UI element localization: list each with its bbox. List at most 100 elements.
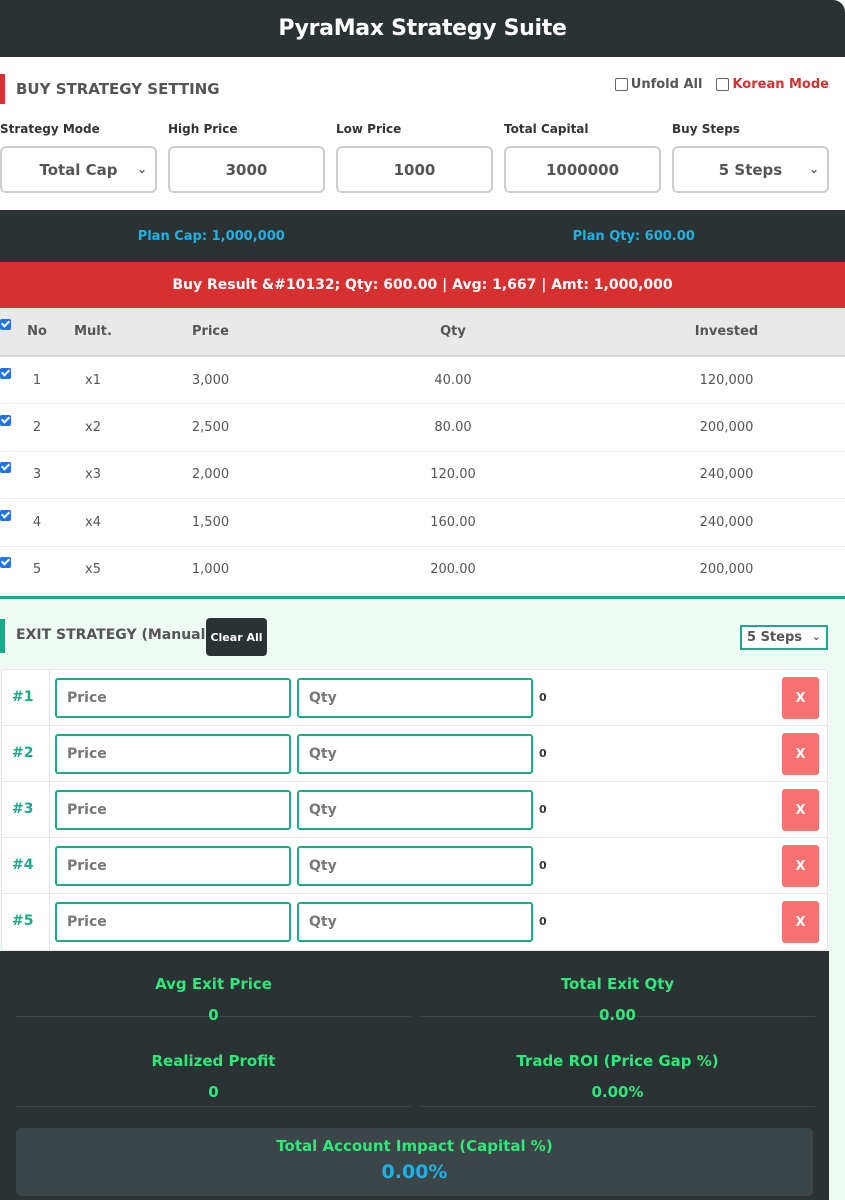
remove-row-button[interactable]: X	[782, 733, 819, 775]
plan-cap: Plan Cap: 1,000,000	[0, 229, 423, 244]
exit-qty-input[interactable]: Qty	[297, 734, 533, 774]
col-no: No	[11, 308, 63, 357]
total-capital-input[interactable]: 1000000	[504, 146, 661, 193]
row-mult: x4	[63, 498, 123, 547]
total-exit-qty-value: 0.00	[598, 1006, 636, 1024]
plan-qty: Plan Qty: 600.00	[423, 229, 845, 244]
row-checkbox[interactable]	[0, 414, 11, 426]
korean-mode-checkbox[interactable]	[716, 78, 730, 91]
col-price: Price	[123, 308, 298, 357]
unfold-all-checkbox[interactable]	[614, 78, 628, 91]
plan-qty-label: Plan Qty:	[572, 228, 641, 244]
buy-steps-value: 5 Steps	[718, 160, 783, 179]
select-all-checkbox[interactable]	[0, 319, 11, 330]
exit-row-value: 0	[539, 915, 547, 928]
exit-row: #3 Price Qty 0 X	[2, 782, 827, 838]
header-options: Unfold All Korean Mode	[614, 77, 829, 92]
unfold-all-label: Unfold All	[630, 77, 703, 92]
row-qty: 120.00	[298, 451, 608, 499]
row-select-cell	[0, 546, 11, 594]
table-row: 1 x1 3,000 40.00 120,000	[0, 356, 845, 404]
strategy-mode-select[interactable]: Total Cap ⌄	[0, 146, 157, 193]
exit-row-number: #5	[12, 913, 34, 929]
app-root: PyraMax Strategy Suite BUY STRATEGY SETT…	[0, 0, 845, 1200]
buy-steps-select[interactable]: 5 Steps ⌄	[672, 146, 829, 193]
row-checkbox[interactable]	[0, 367, 11, 379]
divider	[49, 894, 50, 950]
row-qty: 160.00	[298, 498, 608, 547]
unfold-all-toggle[interactable]: Unfold All	[614, 77, 703, 92]
col-mult: Mult.	[63, 308, 123, 357]
row-checkbox[interactable]	[0, 509, 11, 521]
exit-qty-input[interactable]: Qty	[297, 846, 533, 886]
section-accent-bar	[0, 74, 5, 104]
row-price: 3,000	[123, 356, 298, 404]
low-price-input[interactable]: 1000	[336, 146, 493, 193]
korean-mode-label: Korean Mode	[732, 77, 829, 92]
remove-row-button[interactable]: X	[782, 845, 819, 887]
exit-price-input[interactable]: Price	[55, 678, 291, 718]
table-row: 2 x2 2,500 80.00 200,000	[0, 403, 845, 452]
exit-qty-input[interactable]: Qty	[297, 790, 533, 830]
plan-summary-bar: Plan Cap: 1,000,000 Plan Qty: 600.00	[0, 210, 845, 262]
chevron-down-icon: ⌄	[136, 162, 147, 176]
exit-price-input[interactable]: Price	[55, 790, 291, 830]
row-select-cell	[0, 451, 11, 499]
exit-price-input[interactable]: Price	[55, 902, 291, 942]
row-qty: 80.00	[298, 403, 608, 452]
plan-cap-label: Plan Cap:	[137, 228, 208, 244]
row-price: 1,000	[123, 546, 298, 594]
row-mult: x3	[63, 451, 123, 499]
divider	[49, 726, 50, 782]
row-checkbox[interactable]	[0, 557, 11, 569]
exit-strategy-title: EXIT STRATEGY (Manual)	[16, 627, 212, 643]
trade-roi-stat: Trade ROI (Price Gap %) 0.00%	[420, 1041, 815, 1107]
total-exit-qty-stat: Total Exit Qty 0.00	[420, 951, 815, 1024]
exit-row-number: #2	[12, 745, 34, 761]
row-no: 5	[11, 546, 63, 594]
exit-steps-value: 5 Steps	[747, 630, 803, 645]
trade-roi-label: Trade ROI (Price Gap %)	[516, 1052, 719, 1070]
remove-row-button[interactable]: X	[782, 677, 819, 719]
exit-qty-input[interactable]: Qty	[297, 902, 533, 942]
table-row: 3 x3 2,000 120.00 240,000	[0, 451, 845, 499]
high-price-input[interactable]: 3000	[168, 146, 325, 193]
row-qty: 40.00	[298, 356, 608, 404]
row-no: 3	[11, 451, 63, 499]
exit-row-number: #3	[12, 801, 34, 817]
buy-setting-title: BUY STRATEGY SETTING	[16, 80, 220, 98]
section-accent-bar	[0, 619, 5, 653]
exit-steps-select[interactable]: 5 Steps ⌄	[740, 625, 828, 650]
remove-row-button[interactable]: X	[782, 901, 819, 943]
row-select-cell	[0, 403, 11, 452]
remove-row-button[interactable]: X	[782, 789, 819, 831]
exit-row-value: 0	[539, 859, 547, 872]
col-invested: Invested	[608, 308, 845, 357]
high-price-field: High Price 3000	[168, 117, 336, 210]
exit-qty-input[interactable]: Qty	[297, 678, 533, 718]
row-price: 2,500	[123, 403, 298, 452]
exit-steps-list: #1 Price Qty 0 X #2 Price Qty 0 X #3 Pri…	[1, 669, 828, 951]
realized-profit-label: Realized Profit	[151, 1052, 276, 1070]
exit-row: #4 Price Qty 0 X	[2, 838, 827, 894]
total-capital-label: Total Capital	[504, 122, 589, 136]
exit-row: #1 Price Qty 0 X	[2, 670, 827, 726]
exit-price-input[interactable]: Price	[55, 734, 291, 774]
row-invested: 240,000	[608, 451, 845, 499]
row-mult: x5	[63, 546, 123, 594]
clear-all-button[interactable]: Clear All	[206, 618, 267, 656]
strategy-mode-field: Strategy Mode Total Cap ⌄	[0, 117, 168, 210]
exit-summary-panel: Avg Exit Price 0 Total Exit Qty 0.00 Rea…	[0, 951, 829, 1200]
realized-profit-stat: Realized Profit 0	[16, 1041, 411, 1107]
buy-steps-table: No Mult. Price Qty Invested 1 x1 3,000 4…	[0, 308, 845, 594]
strategy-mode-label: Strategy Mode	[0, 122, 100, 136]
row-checkbox[interactable]	[0, 462, 11, 474]
korean-mode-toggle[interactable]: Korean Mode	[716, 77, 829, 92]
plan-cap-value: 1,000,000	[211, 228, 285, 244]
exit-price-input[interactable]: Price	[55, 846, 291, 886]
strategy-mode-value: Total Cap	[39, 160, 118, 179]
buy-setting-header: BUY STRATEGY SETTING Unfold All Korean M…	[0, 57, 845, 117]
divider	[49, 838, 50, 894]
row-invested: 240,000	[608, 498, 845, 547]
row-no: 4	[11, 498, 63, 547]
